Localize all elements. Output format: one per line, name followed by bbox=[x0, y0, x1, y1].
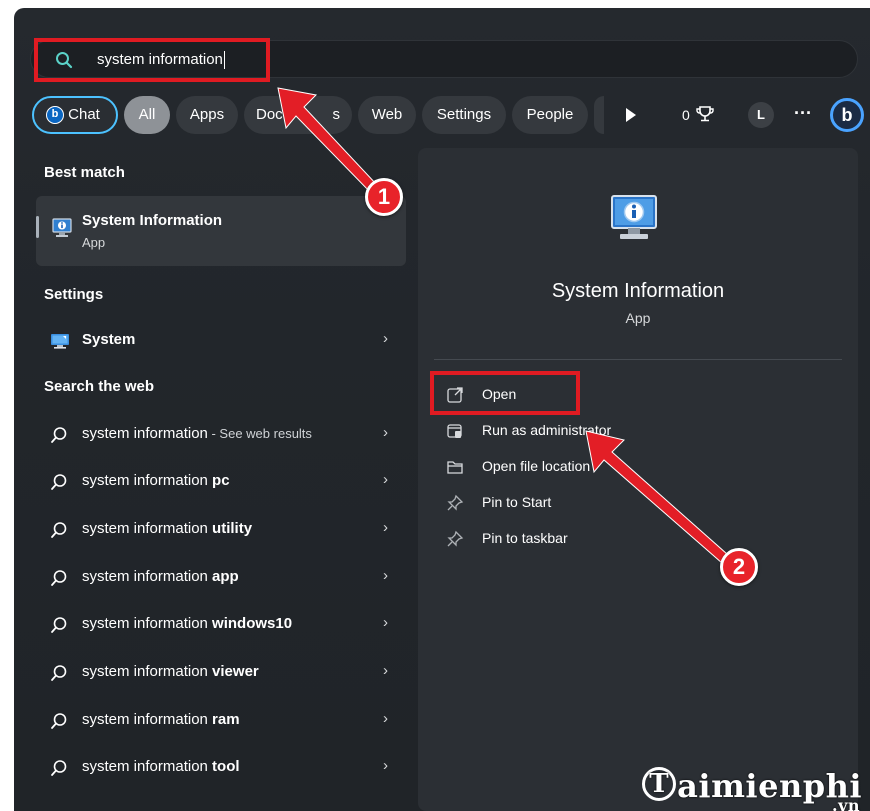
system-settings-icon bbox=[51, 334, 69, 349]
pin-icon bbox=[447, 494, 464, 511]
watermark-tld: .vn bbox=[832, 796, 860, 811]
chip-documents-label-tail: s bbox=[332, 106, 341, 123]
chevron-right-icon: › bbox=[383, 710, 388, 727]
rewards-points[interactable]: 0 bbox=[682, 96, 714, 134]
chevron-right-icon: › bbox=[383, 471, 388, 488]
web-result-label: system information viewer bbox=[82, 663, 259, 680]
shield-window-icon bbox=[447, 424, 462, 438]
search-icon bbox=[51, 427, 67, 443]
search-icon bbox=[51, 570, 67, 586]
action-run-as-admin-label: Run as administrator bbox=[482, 422, 612, 438]
web-result-label: system information pc bbox=[82, 472, 230, 489]
action-pin-to-taskbar[interactable]: Pin to taskbar bbox=[446, 524, 746, 554]
search-icon bbox=[51, 760, 67, 776]
web-result-row[interactable]: system information utility › bbox=[36, 509, 406, 549]
preview-divider bbox=[434, 359, 842, 360]
web-result-label: system information utility bbox=[82, 520, 253, 537]
annotation-step-2-badge: 2 bbox=[720, 548, 758, 586]
preview-subtitle: App bbox=[625, 310, 651, 326]
web-result-row[interactable]: system information app › bbox=[36, 557, 406, 597]
best-match-heading: Best match bbox=[44, 164, 125, 181]
chevron-right-icon: › bbox=[383, 614, 388, 631]
chip-people[interactable]: People bbox=[512, 96, 588, 134]
settings-result-system[interactable]: System › bbox=[36, 320, 406, 360]
search-icon bbox=[51, 474, 67, 490]
chip-web[interactable]: Web bbox=[358, 96, 416, 134]
chevron-right-icon: › bbox=[383, 519, 388, 536]
chevron-right-icon: › bbox=[383, 424, 388, 441]
bing-button-icon[interactable]: b bbox=[830, 98, 864, 132]
action-open-file-location[interactable]: Open file location bbox=[446, 452, 746, 482]
account-avatar[interactable]: L bbox=[748, 102, 774, 128]
web-result-label: system information ram bbox=[82, 711, 240, 728]
web-result-row[interactable]: system information pc › bbox=[36, 461, 406, 501]
best-match-type: App bbox=[82, 235, 106, 250]
chip-all[interactable]: All bbox=[124, 96, 170, 134]
web-result-row[interactable]: system information ram › bbox=[36, 700, 406, 740]
web-result-row[interactable]: system information - See web results › bbox=[36, 414, 406, 454]
chip-documents-label: Docu bbox=[256, 106, 292, 123]
bing-chat-icon: b bbox=[46, 106, 64, 124]
web-result-label: system information - See web results bbox=[82, 425, 312, 442]
chip-apps[interactable]: Apps bbox=[176, 96, 238, 134]
web-result-label: system information windows10 bbox=[82, 615, 293, 632]
pin-icon bbox=[447, 530, 464, 547]
settings-heading: Settings bbox=[44, 286, 104, 303]
search-icon bbox=[51, 617, 67, 633]
action-open-file-location-label: Open file location bbox=[482, 458, 591, 474]
best-match-result[interactable]: System Information App bbox=[36, 196, 406, 266]
best-match-name: System Information bbox=[82, 212, 223, 229]
settings-result-label: System bbox=[82, 331, 136, 348]
web-result-row[interactable]: system information tool › bbox=[36, 747, 406, 787]
selection-indicator bbox=[36, 216, 39, 238]
annotation-highlight-open bbox=[430, 371, 580, 415]
chip-chat-label: Chat bbox=[68, 106, 100, 123]
preview-title: System Information bbox=[551, 280, 725, 302]
search-icon bbox=[51, 713, 67, 729]
rewards-points-value: 0 bbox=[682, 107, 690, 123]
filter-chips: b Chat All Apps Docu s Web Settings Peop… bbox=[32, 96, 864, 134]
taimienphi-watermark-logo: Taimienphi .vn bbox=[642, 767, 862, 811]
chevron-right-icon: › bbox=[383, 662, 388, 679]
web-result-label: system information app bbox=[82, 568, 239, 585]
folder-icon bbox=[447, 461, 463, 474]
system-information-large-icon bbox=[611, 195, 657, 239]
chip-chat[interactable]: b Chat bbox=[32, 96, 118, 134]
chip-more-partial[interactable] bbox=[594, 96, 604, 134]
chevron-right-icon: › bbox=[383, 757, 388, 774]
search-icon bbox=[51, 665, 67, 681]
search-icon bbox=[51, 522, 67, 538]
action-run-as-admin[interactable]: Run as administrator bbox=[446, 416, 746, 446]
rewards-trophy-icon bbox=[695, 106, 714, 122]
annotation-step-1-badge: 1 bbox=[365, 178, 403, 216]
chip-documents[interactable]: Docu s bbox=[244, 96, 352, 134]
more-options-button[interactable]: ··· bbox=[794, 96, 812, 134]
web-result-label: system information tool bbox=[82, 758, 240, 775]
chevron-right-icon: › bbox=[383, 567, 388, 584]
web-result-row[interactable]: system information windows10 › bbox=[36, 604, 406, 644]
action-pin-to-taskbar-label: Pin to taskbar bbox=[482, 530, 568, 546]
search-web-heading: Search the web bbox=[44, 378, 155, 395]
action-pin-to-start[interactable]: Pin to Start bbox=[446, 488, 746, 518]
watermark-initial: T bbox=[642, 767, 677, 801]
preview-pane: System Information App Open Run as admin… bbox=[418, 148, 858, 811]
chip-settings[interactable]: Settings bbox=[422, 96, 506, 134]
system-information-icon bbox=[52, 218, 72, 237]
web-result-row[interactable]: system information viewer › bbox=[36, 652, 406, 692]
annotation-highlight-search bbox=[34, 38, 270, 82]
scroll-chips-right-icon[interactable] bbox=[626, 108, 636, 122]
chevron-right-icon: › bbox=[383, 330, 388, 347]
action-pin-to-start-label: Pin to Start bbox=[482, 494, 552, 510]
